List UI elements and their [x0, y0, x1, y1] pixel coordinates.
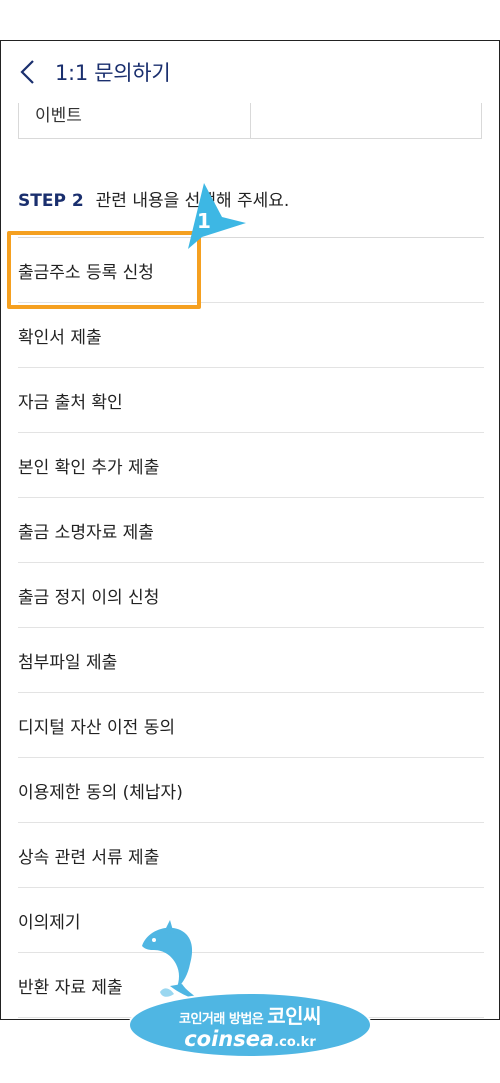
page-title: 1:1 문의하기	[55, 61, 171, 85]
step-label: STEP 2	[18, 191, 84, 211]
pointer-arrow-icon	[188, 183, 246, 249]
badge-tagline: 코인거래 방법은 코인씨	[179, 1003, 321, 1028]
coinsea-badge: 코인거래 방법은 코인씨 coinsea.co.kr	[128, 992, 372, 1058]
app-screen: 1:1 문의하기 이벤트 STEP 2 관련 내용을 선택해 주세요. 출금주소…	[0, 40, 500, 1020]
list-item-asset-transfer-consent[interactable]: 디지털 자산 이전 동의	[18, 693, 484, 758]
list-item-source-of-funds[interactable]: 자금 출처 확인	[18, 368, 484, 433]
badge-domain: coinsea.co.kr	[184, 1026, 316, 1051]
top-bar: 1:1 문의하기	[1, 41, 499, 103]
dolphin-icon	[142, 920, 200, 1000]
annotation-number: 1	[197, 209, 211, 233]
list-item-confirmation-doc[interactable]: 확인서 제출	[18, 303, 484, 368]
list-item-additional-id[interactable]: 본인 확인 추가 제출	[18, 433, 484, 498]
list-item-withdrawal-address[interactable]: 출금주소 등록 신청	[18, 238, 484, 303]
list-item-attachment[interactable]: 첨부파일 제출	[18, 628, 484, 693]
back-button[interactable]	[19, 57, 43, 87]
list-item-inheritance-docs[interactable]: 상속 관련 서류 제출	[18, 823, 484, 888]
chevron-left-icon	[20, 60, 34, 84]
topic-list: 출금주소 등록 신청 확인서 제출 자금 출처 확인 본인 확인 추가 제출 출…	[18, 237, 484, 1018]
list-item-restriction-consent[interactable]: 이용제한 동의 (체납자)	[18, 758, 484, 823]
list-item-withdrawal-suspension-appeal[interactable]: 출금 정지 이의 신청	[18, 563, 484, 628]
list-item-withdrawal-explanation[interactable]: 출금 소명자료 제출	[18, 498, 484, 563]
watermark-logo: 코인거래 방법은 코인씨 coinsea.co.kr	[128, 920, 378, 1065]
step-heading: STEP 2 관련 내용을 선택해 주세요.	[18, 186, 289, 211]
